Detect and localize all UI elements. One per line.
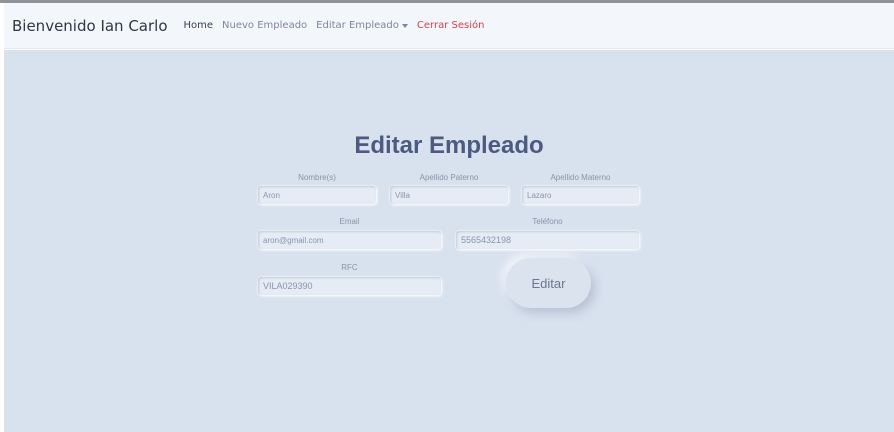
nav-link-nuevo-empleado[interactable]: Nuevo Empleado — [222, 20, 307, 31]
nav-link-cerrar-sesion[interactable]: Cerrar Sesión — [417, 20, 485, 31]
rfc-label: RFC — [341, 263, 358, 272]
nav-link-home[interactable]: Home — [184, 20, 214, 31]
email-input[interactable]: aron@gmail.com — [258, 231, 441, 249]
main-content: Editar Empleado Nombre(s) Aron Apellido … — [4, 50, 894, 432]
telefono-input[interactable]: 5565432198 — [456, 231, 639, 249]
apellido-paterno-input[interactable]: Villa — [390, 186, 508, 204]
navbar: Bienvenido Ian Carlo Home Nuevo Empleado… — [4, 3, 894, 49]
rfc-input[interactable]: VILA029390 — [258, 277, 441, 295]
apellido-materno-input[interactable]: Lazaro — [522, 186, 639, 204]
telefono-label: Teléfono — [532, 217, 563, 226]
nombre-label: Nombre(s) — [298, 173, 336, 182]
caret-down-icon — [401, 23, 408, 28]
email-label: Email — [339, 217, 360, 226]
page-title: Editar Empleado — [354, 132, 544, 159]
nav-dropdown-editar-empleado[interactable]: Editar Empleado — [316, 20, 408, 31]
apellido-materno-label: Apellido Materno — [550, 173, 611, 182]
editar-button[interactable]: Editar — [506, 258, 591, 308]
apellido-paterno-label: Apellido Paterno — [419, 173, 479, 182]
navbar-brand: Bienvenido Ian Carlo — [12, 16, 168, 35]
nombre-input[interactable]: Aron — [258, 186, 376, 204]
nav-dropdown-label: Editar Empleado — [316, 20, 399, 31]
